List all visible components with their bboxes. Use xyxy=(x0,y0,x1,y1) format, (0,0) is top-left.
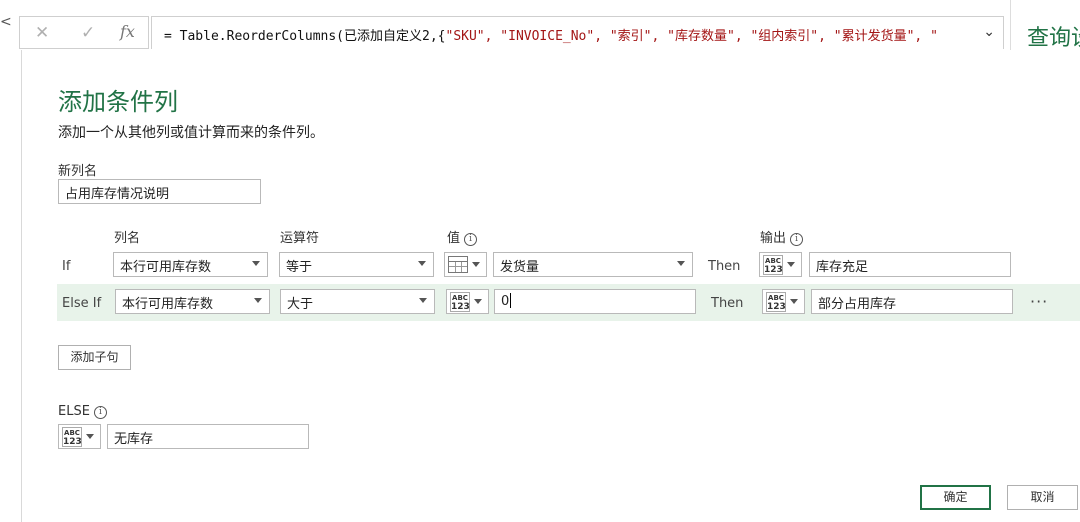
query-settings-panel: 查询设 xyxy=(1010,0,1080,51)
else-type-button[interactable]: ABC 123 xyxy=(58,424,101,449)
add-conditional-column-dialog: 添加条件列 添加一个从其他列或值计算而来的条件列。 新列名 占用库存情况说明 列… xyxy=(21,50,1080,522)
table-column-icon xyxy=(448,256,468,273)
row-type-if: If xyxy=(62,259,71,274)
dropdown-caret-icon xyxy=(677,261,685,266)
dropdown-caret-icon xyxy=(86,434,94,439)
else-value-input[interactable]: 无库存 xyxy=(107,424,309,449)
formula-text: = Table.ReorderColumns(已添加自定义2,{"SKU", "… xyxy=(164,25,938,44)
fx-icon[interactable]: fx xyxy=(120,22,135,41)
if-value-type-button[interactable] xyxy=(444,252,487,277)
if-value-select[interactable]: 发货量 xyxy=(493,252,693,277)
else-label-text: ELSE xyxy=(58,404,90,419)
dropdown-caret-icon xyxy=(474,299,482,304)
info-icon[interactable]: i xyxy=(790,233,804,246)
abc-123-icon: ABC 123 xyxy=(763,255,783,275)
header-column-name: 列名 xyxy=(114,231,141,246)
if-value-text: 发货量 xyxy=(500,260,540,275)
if-operator-select[interactable]: 等于 xyxy=(279,252,434,277)
formula-input[interactable]: = Table.ReorderColumns(已添加自定义2,{"SKU", "… xyxy=(151,16,1004,49)
if-output-type-button[interactable]: ABC 123 xyxy=(759,252,802,277)
dropdown-caret-icon xyxy=(419,298,427,303)
dropdown-caret-icon xyxy=(254,298,262,303)
else-if-output-type-button[interactable]: ABC 123 xyxy=(762,289,805,314)
header-value-text: 值 xyxy=(447,231,461,246)
abc-123-icon: ABC 123 xyxy=(450,292,470,312)
confirm-formula-icon[interactable]: ✓ xyxy=(81,23,95,43)
then-label: Then xyxy=(711,296,744,311)
abc-123-icon: ABC 123 xyxy=(62,427,82,447)
collapse-arrow-icon[interactable]: < xyxy=(0,14,12,30)
if-output-input[interactable]: 库存充足 xyxy=(809,252,1011,277)
dropdown-caret-icon xyxy=(418,261,426,266)
if-column-value: 本行可用库存数 xyxy=(120,260,212,275)
chevron-down-icon[interactable]: ⌄ xyxy=(983,24,995,40)
more-options-icon[interactable]: ··· xyxy=(1030,292,1048,311)
if-operator-value: 等于 xyxy=(286,260,313,275)
else-if-column-select[interactable]: 本行可用库存数 xyxy=(115,289,270,314)
else-if-value-text: 0 xyxy=(501,294,510,309)
dialog-description: 添加一个从其他列或值计算而来的条件列。 xyxy=(58,125,324,141)
formula-controls: ✕ ✓ fx xyxy=(19,16,149,49)
formula-items: "SKU", "INVOICE_No", "索引", "库存数量", "组内索引… xyxy=(445,29,938,44)
dropdown-caret-icon xyxy=(790,299,798,304)
else-if-operator-select[interactable]: 大于 xyxy=(280,289,435,314)
else-if-operator-value: 大于 xyxy=(287,297,314,312)
else-if-value-input[interactable]: 0 xyxy=(494,289,696,314)
formula-bar: < ✕ ✓ fx = Table.ReorderColumns(已添加自定义2,… xyxy=(0,0,1080,51)
else-if-value-type-button[interactable]: ABC 123 xyxy=(446,289,489,314)
else-if-column-value: 本行可用库存数 xyxy=(122,297,214,312)
else-if-output-input[interactable]: 部分占用库存 xyxy=(811,289,1013,314)
cancel-formula-icon[interactable]: ✕ xyxy=(35,23,49,43)
then-label: Then xyxy=(708,259,741,274)
abc-123-icon: ABC 123 xyxy=(766,292,786,312)
if-column-select[interactable]: 本行可用库存数 xyxy=(113,252,268,277)
dialog-title: 添加条件列 xyxy=(58,88,178,116)
else-label: ELSE i xyxy=(58,404,107,419)
text-cursor xyxy=(510,293,512,308)
cancel-button[interactable]: 取消 xyxy=(1007,485,1078,510)
query-settings-title: 查询设 xyxy=(1027,26,1080,51)
header-operator: 运算符 xyxy=(280,231,320,246)
ok-button[interactable]: 确定 xyxy=(920,485,991,510)
header-value: 值i xyxy=(447,227,478,246)
info-icon[interactable]: i xyxy=(93,406,107,419)
dropdown-caret-icon xyxy=(472,262,480,267)
info-icon[interactable]: i xyxy=(464,233,478,246)
dropdown-caret-icon xyxy=(252,261,260,266)
add-clause-button[interactable]: 添加子句 xyxy=(58,345,131,370)
formula-prefix: = Table.ReorderColumns(已添加自定义2,{ xyxy=(164,29,446,44)
new-column-name-input[interactable]: 占用库存情况说明 xyxy=(58,179,261,204)
header-output-text: 输出 xyxy=(760,231,787,246)
header-output: 输出 i xyxy=(760,227,804,246)
dropdown-caret-icon xyxy=(787,262,795,267)
row-type-else-if: Else If xyxy=(62,296,102,311)
new-column-name-label: 新列名 xyxy=(58,164,98,179)
